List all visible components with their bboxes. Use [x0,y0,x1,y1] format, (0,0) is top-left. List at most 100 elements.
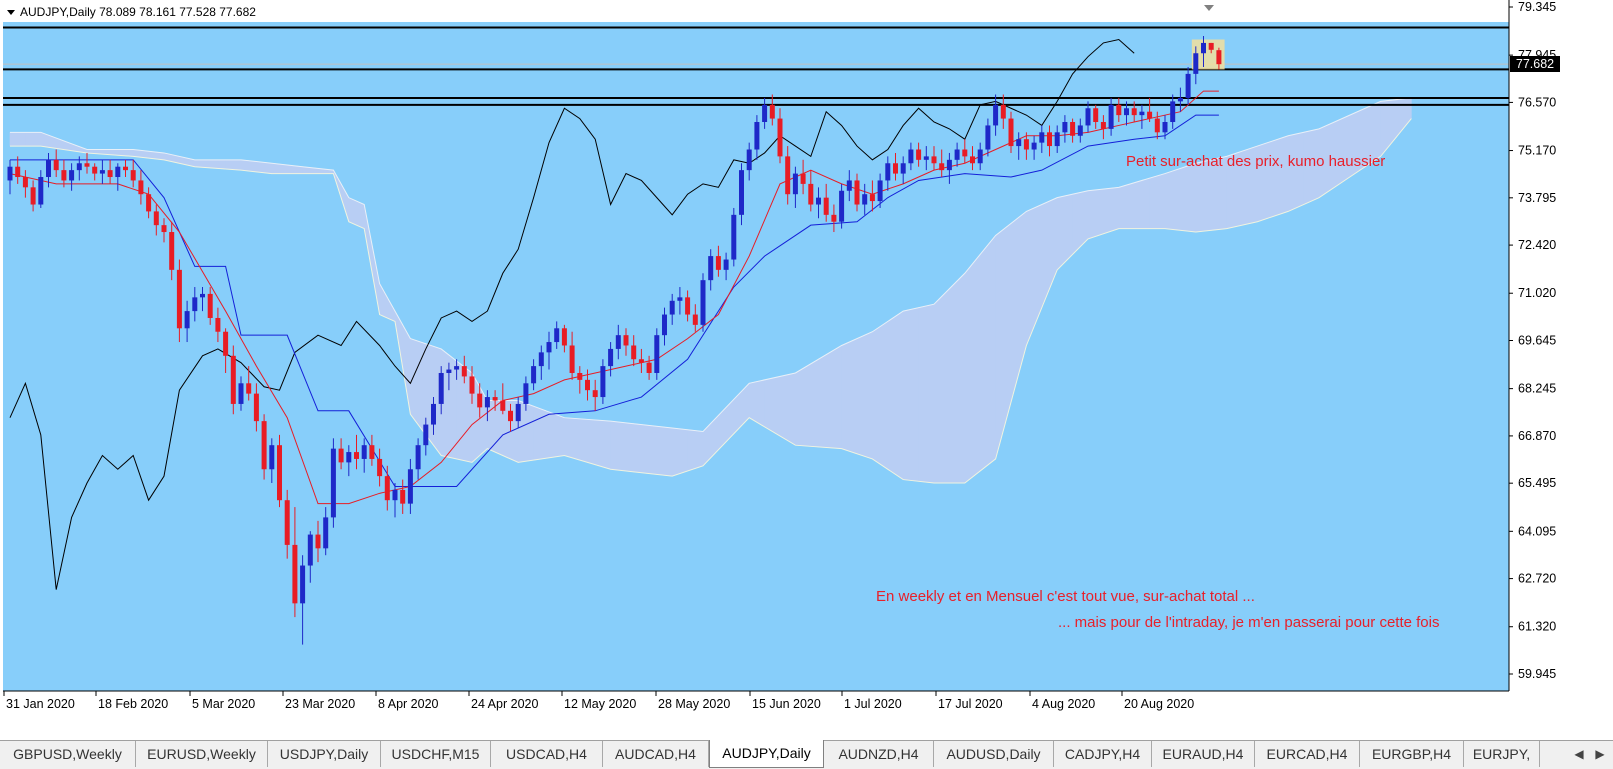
kumo-segment [987,234,996,466]
x-tick-label: 8 Apr 2020 [378,697,439,711]
kumo-segment [972,253,981,478]
kumo-segment [1172,168,1181,231]
kumo-segment [956,272,966,484]
tab-usdchf-m15[interactable]: USDCHF,M15 [381,741,491,767]
kumo-segment [225,159,234,170]
kumo-segment [671,427,681,477]
x-tick-label: 31 Jan 2020 [6,697,75,711]
kumo-segment [202,159,211,169]
kumo-segment [356,200,365,230]
kumo-segment [1095,188,1104,237]
tab-audusd-daily[interactable]: AUDUSD,Daily [934,741,1054,767]
kumo-segment [256,161,265,174]
kumo-segment [1141,177,1150,229]
candle[interactable] [700,273,706,332]
kumo-segment [1272,137,1281,217]
kumo-segment [571,417,581,461]
tab-eurusd-weekly[interactable]: EURUSD,Weekly [136,741,268,767]
kumo-segment [1126,182,1135,229]
kumo-segment [125,149,134,157]
kumo-segment [787,372,796,446]
tab-eurjpy[interactable]: EURJPY, [1464,741,1540,767]
x-tick-label: 24 Apr 2020 [471,697,538,711]
y-tick-label: 64.095 [1518,524,1556,538]
kumo-segment [9,132,19,147]
candle[interactable] [654,328,660,380]
kumo-segment [533,405,542,461]
kumo-segment [1280,135,1289,215]
triangle-right-icon[interactable]: ▶ [1589,743,1611,765]
y-tick-label: 75.170 [1518,144,1556,158]
kumo-segment [648,425,658,475]
candle[interactable] [277,434,282,508]
kumo-segment [1033,204,1043,327]
kumo-segment [1287,133,1297,212]
kumo-segment [995,228,1004,460]
kumo-segment [587,419,596,466]
kumo-segment [964,262,973,484]
kumo-segment [1080,190,1089,248]
kumo-segment [941,288,950,484]
y-tick-label: 65.495 [1518,476,1556,490]
tab-euraud-h4[interactable]: EURAUD,H4 [1152,741,1255,767]
y-tick-label: 71.020 [1518,286,1556,300]
y-tick-label: 79.345 [1518,0,1556,14]
tab-usdjpy-daily[interactable]: USDJPY,Daily [268,741,381,767]
kumo-segment [856,334,866,457]
x-tick-label: 15 Jun 2020 [752,697,821,711]
kumo-segment [348,197,357,226]
tab-audnzd-h4[interactable]: AUDNZD,H4 [824,741,934,767]
kumo-segment [949,280,958,484]
kumo-segment [417,340,427,436]
tab-cadjpy-h4[interactable]: CADJPY,H4 [1054,741,1152,767]
kumo-segment [248,160,257,173]
tab-audjpy-daily[interactable]: AUDJPY,Daily [709,740,824,768]
y-tick-label: 76.570 [1518,95,1556,109]
y-tick-label: 72.420 [1518,238,1556,252]
kumo-segment [694,430,704,469]
tab-audcad-h4[interactable]: AUDCAD,H4 [603,741,709,767]
kumo-segment [918,305,927,483]
candle[interactable] [330,438,336,528]
kumo-segment [1072,192,1081,256]
kumo-segment [1118,184,1127,229]
tab-eurcad-h4[interactable]: EURCAD,H4 [1255,741,1360,767]
kumo-segment [263,162,273,174]
triangle-left-icon[interactable]: ◀ [1568,743,1590,765]
kumo-segment [625,422,635,473]
kumo-segment [864,331,873,460]
kumo-segment [825,349,835,449]
kumo-segment [1341,114,1351,183]
kumo-segment [1157,173,1166,229]
symbol-info: AUDJPY,Daily 78.089 78.161 77.528 77.682 [20,5,256,19]
kumo-segment [641,424,650,474]
kumo-segment [925,303,935,484]
kumo-segment [1056,195,1066,271]
kumo-segment [802,363,812,447]
kumo-segment [1002,222,1012,431]
kumo-segment [286,164,296,174]
kumo-segment [756,379,765,428]
chart-window[interactable]: 79.345 77.945 76.570 75.170 73.795 72.420 71.0… [0,0,1613,740]
kumo-segment [1110,186,1120,232]
kumo-segment [687,429,696,472]
tab-gbpusd-weekly[interactable]: GBPUSD,Weekly [0,741,136,767]
tab-usdcad-h4[interactable]: USDCAD,H4 [491,741,603,767]
kumo-segment [233,159,242,171]
kumo-segment [540,408,550,460]
kumo-segment [979,244,989,472]
kumo-segment [1149,175,1158,229]
kumo-segment [1087,189,1096,240]
tab-eurgbp-h4[interactable]: EURGBP,H4 [1360,741,1464,767]
annotation-intraday: ... mais pour de l'intraday, je m'en pas… [1058,614,1439,631]
candle[interactable] [731,207,737,267]
y-tick-label: 62.720 [1518,572,1556,586]
kumo-segment [795,367,804,447]
kumo-segment [1203,159,1212,232]
candle[interactable] [230,345,236,415]
kumo-segment [594,419,604,468]
annotation-weekly: En weekly et en Mensuel c'est tout vue, … [876,588,1255,605]
kumo-segment [1103,187,1112,235]
ichimoku-candlestick-chart[interactable]: 79.34577.94576.57075.17073.79572.42071.0… [0,0,1613,740]
kumo-segment [910,307,919,482]
